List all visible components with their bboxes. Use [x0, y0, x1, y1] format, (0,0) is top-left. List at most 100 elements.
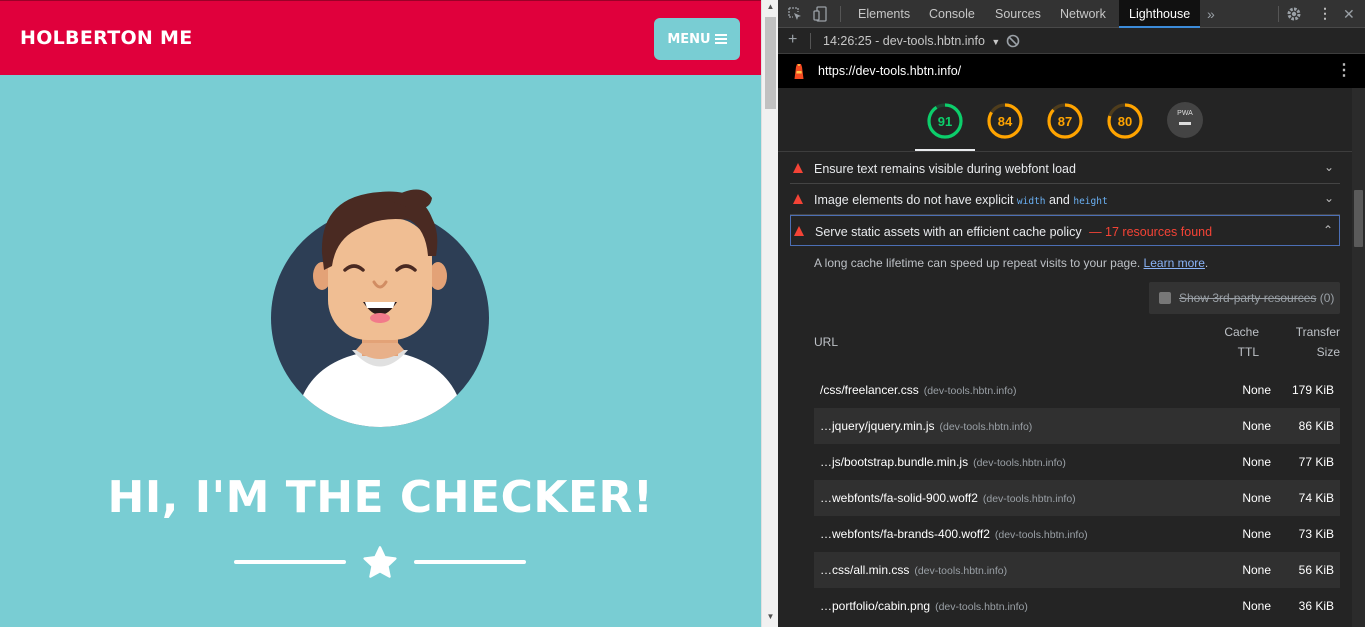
table-row[interactable]: …jquery/jquery.min.js (dev-tools.hbtn.inf…	[814, 408, 1340, 444]
toolbar-divider	[840, 6, 841, 22]
chevron-down-icon: ⌄	[1323, 160, 1334, 174]
row-cache-ttl: None	[1242, 455, 1271, 469]
audit-summary: — 17 resources found	[1089, 225, 1213, 239]
row-url: …jquery/jquery.min.js (dev-tools.hbtn.inf…	[820, 419, 1032, 433]
audit-description: A long cache lifetime can speed up repea…	[814, 256, 1208, 270]
audit-title-and: and	[1049, 193, 1070, 207]
header-line: TTL	[1237, 345, 1259, 359]
device-toolbar-icon[interactable]	[813, 6, 827, 22]
table-row[interactable]: …portfolio/cabin.png (dev-tools.hbtn.info…	[814, 588, 1340, 624]
audit-title: Serve static assets with an efficient ca…	[815, 225, 1212, 239]
score-value: 87	[1057, 114, 1073, 129]
chevron-down-icon: ⌄	[1323, 191, 1334, 205]
row-cache-ttl: None	[1242, 419, 1271, 433]
row-cache-ttl: None	[1242, 563, 1271, 577]
third-party-checkbox[interactable]	[1159, 292, 1171, 304]
close-devtools-icon[interactable]: ✕	[1343, 0, 1355, 28]
table-row[interactable]: …css/all.min.css (dev-tools.hbtn.info) No…	[814, 552, 1340, 588]
report-menu-icon[interactable]: ⋮	[1336, 63, 1352, 79]
new-report-plus-icon[interactable]: +	[788, 31, 797, 49]
score-gauge-accessibility[interactable]: 84	[986, 102, 1024, 140]
row-cache-ttl: None	[1242, 527, 1271, 541]
table-row[interactable]: …webfonts/fa-solid-900.woff2 (dev-tools.h…	[814, 480, 1340, 516]
row-url: …js/bootstrap.bundle.min.js (dev-tools.hb…	[820, 455, 1066, 469]
row-url: …webfonts/fa-brands-400.woff2 (dev-tools.…	[820, 527, 1088, 541]
audit-title: Ensure text remains visible during webfo…	[814, 162, 1076, 176]
row-cache-ttl: None	[1242, 383, 1271, 397]
audit-webfont-visible[interactable]: Ensure text remains visible during webfo…	[790, 153, 1340, 184]
devtools-menu-icon[interactable]: ⋮	[1318, 6, 1332, 20]
row-transfer-size: 77 KiB	[1298, 455, 1334, 469]
row-url: …portfolio/cabin.png (dev-tools.hbtn.info…	[820, 599, 1028, 613]
report-scrollbar[interactable]	[1352, 88, 1365, 627]
tab-console[interactable]: Console	[919, 0, 985, 28]
url-path: /css/freelancer.css	[820, 383, 919, 397]
score-gauge-performance[interactable]: 91	[926, 102, 964, 140]
row-url: …css/all.min.css (dev-tools.hbtn.info)	[820, 563, 1007, 577]
toolbar-divider	[1278, 6, 1279, 22]
pwa-badge[interactable]: PWA	[1167, 102, 1203, 138]
tab-network[interactable]: Network	[1050, 0, 1116, 28]
table-row[interactable]: /css/freelancer.css (dev-tools.hbtn.info)…	[814, 372, 1340, 408]
header-line: Size	[1316, 345, 1340, 359]
score-gauge-best-practices[interactable]: 87	[1046, 102, 1084, 140]
report-selector[interactable]: 14:26:25 - dev-tools.hbtn.info ▼	[823, 34, 1000, 48]
audit-title-text: Serve static assets with an efficient ca…	[815, 225, 1082, 239]
url-path: …portfolio/cabin.png	[820, 599, 931, 613]
scroll-down-arrow-icon[interactable]: ▼	[762, 612, 779, 621]
third-party-text: Show 3rd-party resources	[1179, 291, 1317, 305]
score-gauge-seo[interactable]: 80	[1106, 102, 1144, 140]
dropdown-caret-icon: ▼	[991, 37, 1001, 47]
code-width: width	[1016, 196, 1046, 207]
tab-lighthouse[interactable]: Lighthouse	[1119, 0, 1201, 28]
column-header-cache-ttl: Cache TTL	[1218, 322, 1259, 362]
row-transfer-size: 36 KiB	[1298, 599, 1334, 613]
header-line: Transfer	[1295, 325, 1340, 339]
hero-title: HI, I'M THE CHECKER!	[107, 472, 654, 523]
star-divider	[234, 545, 526, 581]
description-period: .	[1204, 256, 1209, 270]
url-host: (dev-tools.hbtn.info)	[982, 493, 1076, 505]
audit-list: Ensure text remains visible during webfo…	[778, 152, 1352, 627]
devtools-tabbar: Elements Console Sources Network Lightho…	[778, 0, 1365, 28]
report-url-bar: https://dev-tools.hbtn.info/ ⋮	[778, 54, 1365, 88]
learn-more-link[interactable]: Learn more	[1144, 256, 1205, 270]
report-url[interactable]: https://dev-tools.hbtn.info/	[818, 64, 961, 78]
code-height: height	[1073, 196, 1108, 207]
settings-gear-icon[interactable]	[1286, 6, 1302, 22]
pwa-dash-icon	[1179, 122, 1191, 125]
table-row[interactable]: …webfonts/fa-brands-400.woff2 (dev-tools.…	[814, 516, 1340, 552]
table-row[interactable]: …js/bootstrap.bundle.min.js (dev-tools.hb…	[814, 444, 1340, 480]
audit-title: Image elements do not have explicit widt…	[814, 193, 1108, 207]
tab-elements[interactable]: Elements	[848, 0, 920, 28]
row-transfer-size: 86 KiB	[1298, 419, 1334, 433]
site-brand[interactable]: HOLBERTON ME	[20, 27, 193, 49]
inspect-element-icon[interactable]	[788, 7, 802, 21]
fail-triangle-icon	[794, 226, 804, 236]
url-host: (dev-tools.hbtn.info)	[973, 457, 1066, 469]
audit-cache-policy[interactable]: Serve static assets with an efficient ca…	[790, 215, 1340, 246]
audit-image-dimensions[interactable]: Image elements do not have explicit widt…	[790, 184, 1340, 215]
clear-reports-icon[interactable]	[1006, 34, 1020, 48]
scroll-up-arrow-icon[interactable]: ▲	[762, 2, 779, 11]
row-transfer-size: 56 KiB	[1298, 563, 1334, 577]
site-navbar: HOLBERTON ME MENU	[0, 0, 761, 75]
row-transfer-size: 179 KiB	[1291, 383, 1334, 397]
website-scrollbar[interactable]: ▲ ▼	[761, 0, 778, 627]
more-tabs-icon[interactable]: »	[1207, 0, 1215, 28]
active-score-indicator	[915, 149, 975, 151]
scrollbar-thumb[interactable]	[765, 17, 776, 109]
third-party-filter[interactable]: Show 3rd-party resources (0)	[1149, 282, 1340, 314]
menu-button[interactable]: MENU	[654, 18, 740, 60]
url-path: …webfonts/fa-solid-900.woff2	[820, 491, 978, 505]
chevron-up-icon: ⌃	[1322, 223, 1333, 237]
tab-sources[interactable]: Sources	[985, 0, 1051, 28]
score-value: 84	[997, 114, 1013, 129]
score-value: 80	[1117, 114, 1133, 129]
url-path: …webfonts/fa-brands-400.woff2	[820, 527, 990, 541]
column-header-url: URL	[814, 335, 839, 349]
pwa-label: PWA	[1177, 110, 1193, 117]
scrollbar-thumb[interactable]	[1354, 190, 1363, 247]
row-transfer-size: 74 KiB	[1298, 491, 1334, 505]
row-transfer-size: 73 KiB	[1298, 527, 1334, 541]
